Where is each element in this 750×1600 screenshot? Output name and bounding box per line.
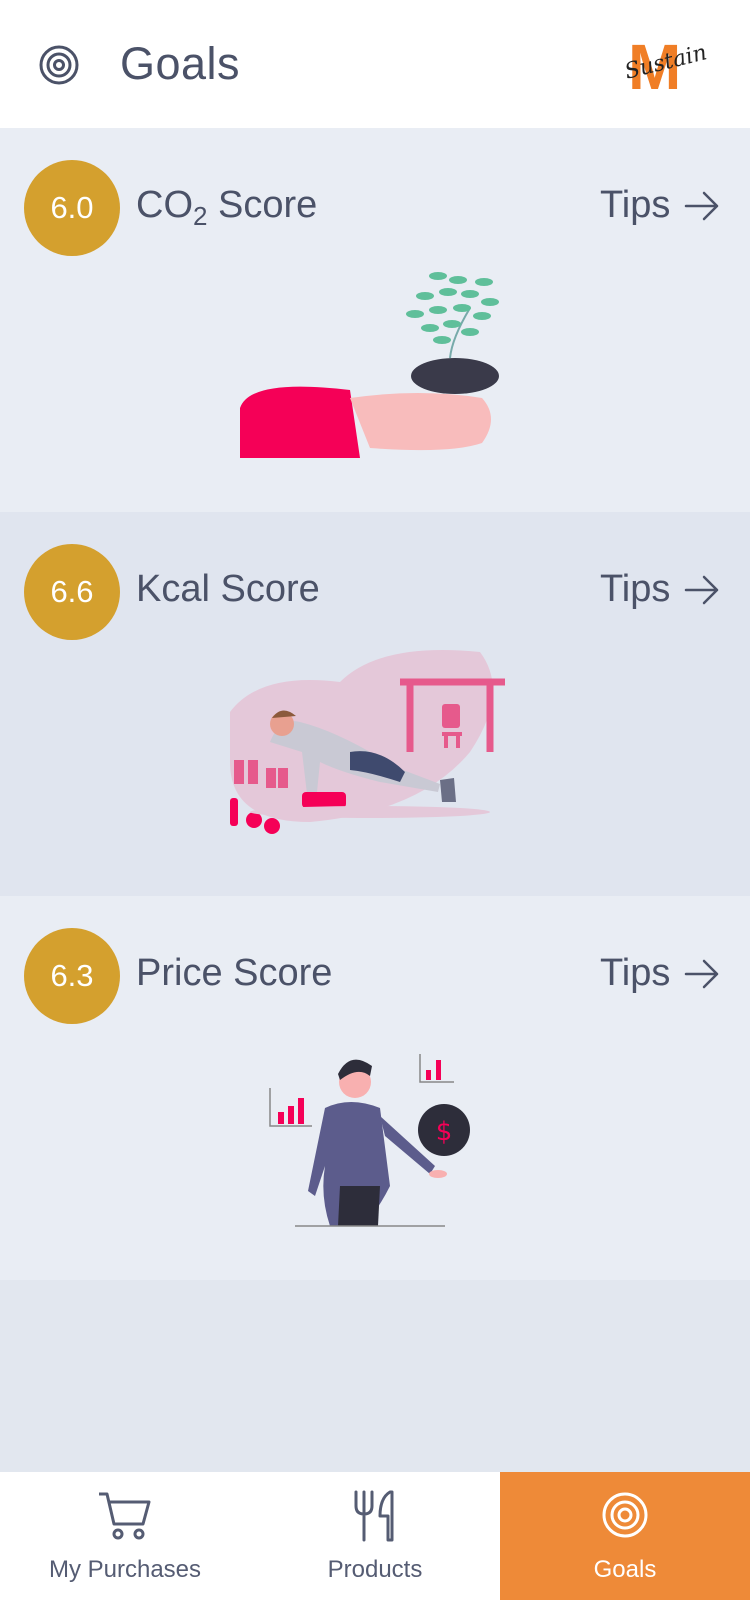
score-badge: 6.3 (24, 928, 120, 1024)
app-header: Goals M Sustain (0, 0, 750, 128)
target-icon[interactable] (38, 44, 80, 86)
card-title: CO2 Score (136, 184, 318, 231)
card-title: Kcal Score (136, 568, 320, 610)
page-title: Goals (120, 38, 241, 89)
man-with-coin-illustration: $ (269, 1054, 470, 1227)
target-icon (602, 1492, 648, 1538)
arrow-right-icon (685, 959, 719, 988)
kcal-score-card[interactable]: 6.6 Kcal Score Tips (0, 512, 750, 896)
cutlery-icon (354, 1490, 394, 1542)
price-score-card[interactable]: 6.3 Price Score Tips $ (0, 896, 750, 1280)
nav-label: Goals (593, 1556, 657, 1583)
tips-label: Tips (600, 568, 671, 610)
co2-score-card[interactable]: 6.0 CO2 Score Tips (0, 128, 750, 512)
bottom-navigation: My Purchases Products Goals (0, 1472, 750, 1600)
tips-link[interactable]: Tips (600, 184, 720, 227)
card-title: Price Score (136, 952, 333, 994)
hands-holding-plant-illustration (240, 272, 499, 458)
tips-link[interactable]: Tips (600, 568, 720, 611)
svg-text:$: $ (436, 1117, 453, 1147)
nav-item-my-purchases[interactable]: My Purchases (0, 1472, 250, 1600)
brand-logo: M Sustain (622, 22, 718, 108)
nav-item-products[interactable]: Products (250, 1472, 500, 1600)
arrow-right-icon (685, 575, 719, 604)
score-badge: 6.0 (24, 160, 120, 256)
cart-icon (99, 1492, 151, 1540)
tips-label: Tips (600, 952, 671, 994)
nav-label: My Purchases (48, 1556, 202, 1583)
nav-label: Products (327, 1556, 423, 1583)
score-badge: 6.6 (24, 544, 120, 640)
man-doing-pushups-illustration (230, 650, 505, 834)
arrow-right-icon (685, 191, 719, 220)
tips-link[interactable]: Tips (600, 952, 720, 995)
nav-item-goals[interactable]: Goals (500, 1472, 750, 1600)
tips-label: Tips (600, 184, 671, 226)
